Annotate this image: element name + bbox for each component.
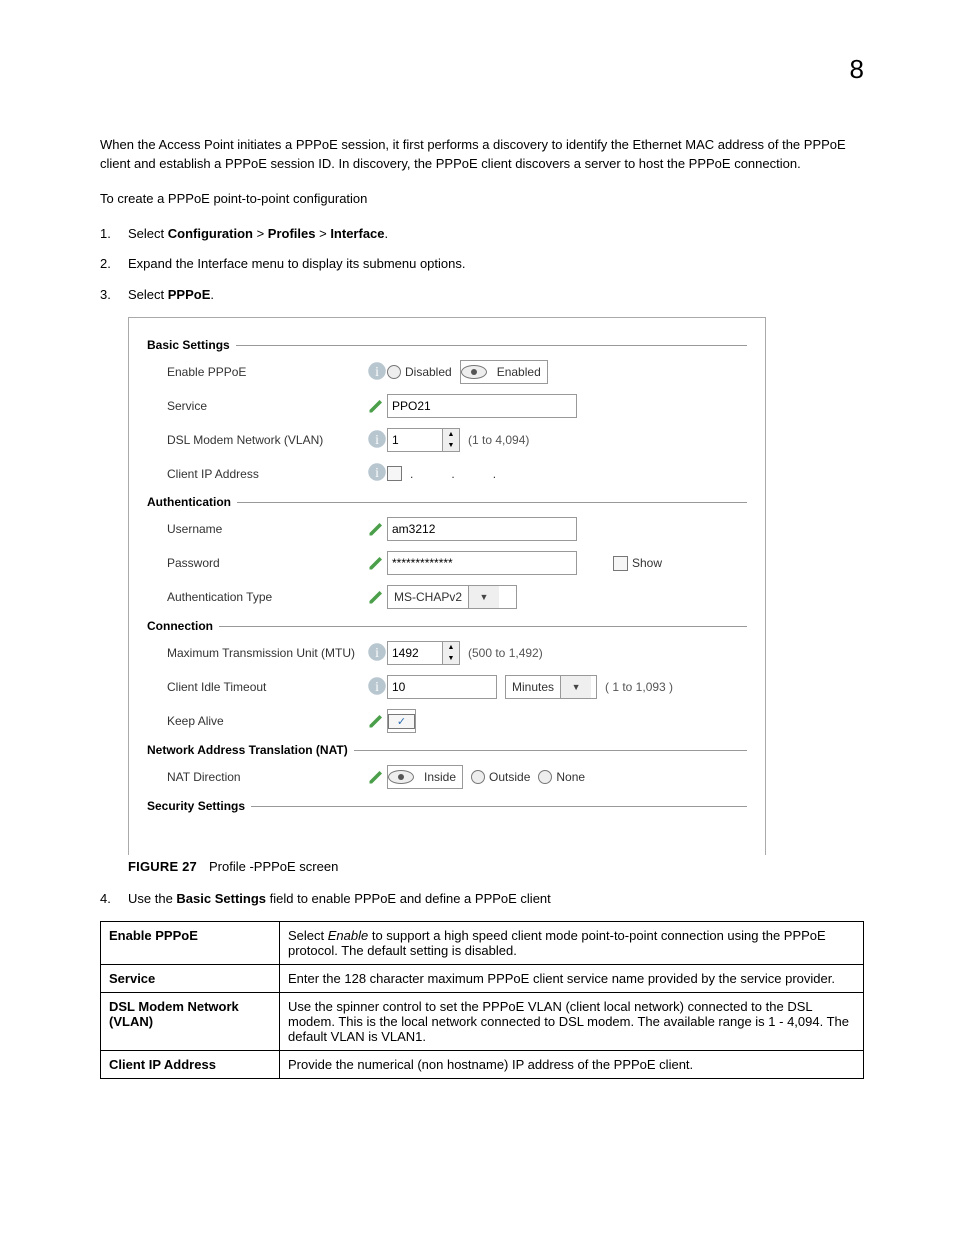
tbl-k-3: Client IP Address (101, 1050, 280, 1078)
vlan-spinner[interactable]: ▲▼ (387, 428, 460, 452)
vlan-hint: (1 to 4,094) (468, 433, 529, 447)
enable-pppoe-label: Enable PPPoE (167, 365, 367, 379)
idle-hint: ( 1 to 1,093 ) (605, 680, 673, 694)
lead-paragraph: To create a PPPoE point-to-point configu… (100, 190, 864, 209)
password-label: Password (167, 556, 367, 570)
page-number: 8 (850, 54, 864, 85)
edit-icon[interactable] (367, 395, 387, 418)
settings-table: Enable PPPoE Select Enable to support a … (100, 921, 864, 1079)
pppoe-screenshot: Basic Settings Enable PPPoE i Disabled E… (128, 317, 766, 855)
idle-label: Client Idle Timeout (167, 680, 367, 694)
chevron-down-icon: ▼ (560, 676, 591, 698)
step-3: Select PPPoE. (100, 286, 864, 305)
clientip-label: Client IP Address (167, 467, 367, 481)
clientip-checkbox[interactable] (387, 466, 402, 481)
tbl-v-3: Provide the numerical (non hostname) IP … (280, 1050, 864, 1078)
edit-icon[interactable] (367, 552, 387, 575)
svg-text:i: i (375, 679, 379, 694)
authtype-label: Authentication Type (167, 590, 367, 604)
info-icon[interactable]: i (367, 361, 387, 384)
info-icon[interactable]: i (367, 429, 387, 452)
service-label: Service (167, 399, 367, 413)
username-input[interactable] (387, 517, 577, 541)
idle-unit-select[interactable]: Minutes▼ (505, 675, 597, 699)
edit-icon[interactable] (367, 766, 387, 789)
idle-input[interactable] (387, 675, 497, 699)
table-row: Service Enter the 128 character maximum … (101, 964, 864, 992)
edit-icon[interactable] (367, 586, 387, 609)
section-nat-title: Network Address Translation (NAT) (147, 743, 348, 757)
vlan-spin-down[interactable]: ▼ (443, 440, 459, 451)
section-conn-title: Connection (147, 619, 213, 633)
tbl-v-1: Enter the 128 character maximum PPPoE cl… (280, 964, 864, 992)
svg-text:i: i (375, 432, 379, 447)
vlan-label: DSL Modem Network (VLAN) (167, 433, 367, 447)
section-security-title: Security Settings (147, 799, 245, 813)
section-auth-title: Authentication (147, 495, 231, 509)
intro-paragraph: When the Access Point initiates a PPPoE … (100, 136, 864, 174)
figure-caption: FIGURE 27Profile -PPPoE screen (128, 859, 864, 874)
mtu-up[interactable]: ▲ (443, 642, 459, 653)
vlan-spin-up[interactable]: ▲ (443, 429, 459, 440)
vlan-input[interactable] (388, 429, 442, 451)
table-row: Enable PPPoE Select Enable to support a … (101, 921, 864, 964)
svg-text:i: i (375, 645, 379, 660)
enable-pppoe-enabled-radio[interactable]: Enabled (460, 360, 548, 384)
tbl-k-1: Service (101, 964, 280, 992)
nat-none-radio[interactable]: None (538, 770, 585, 784)
mtu-input[interactable] (388, 642, 442, 664)
info-icon[interactable]: i (367, 462, 387, 485)
password-input[interactable] (387, 551, 577, 575)
mtu-down[interactable]: ▼ (443, 653, 459, 664)
mtu-spinner[interactable]: ▲▼ (387, 641, 460, 665)
chevron-down-icon: ▼ (468, 586, 499, 608)
svg-text:i: i (375, 364, 379, 379)
nat-dir-label: NAT Direction (167, 770, 367, 784)
mtu-hint: (500 to 1,492) (468, 646, 543, 660)
step-1: Select Configuration > Profiles > Interf… (100, 225, 864, 244)
nat-outside-radio[interactable]: Outside (471, 770, 530, 784)
service-input[interactable] (387, 394, 577, 418)
keepalive-label: Keep Alive (167, 714, 367, 728)
tbl-k-2: DSL Modem Network (VLAN) (101, 992, 280, 1050)
username-label: Username (167, 522, 367, 536)
tbl-v-2: Use the spinner control to set the PPPoE… (280, 992, 864, 1050)
authtype-select[interactable]: MS-CHAPv2▼ (387, 585, 517, 609)
info-icon[interactable]: i (367, 642, 387, 665)
nat-inside-radio[interactable]: Inside (387, 765, 463, 789)
table-row: DSL Modem Network (VLAN) Use the spinner… (101, 992, 864, 1050)
table-row: Client IP Address Provide the numerical … (101, 1050, 864, 1078)
tbl-k-0: Enable PPPoE (101, 921, 280, 964)
mtu-label: Maximum Transmission Unit (MTU) (167, 646, 367, 660)
keepalive-checkbox[interactable] (387, 709, 416, 733)
show-password-checkbox[interactable]: Show (613, 556, 662, 571)
tbl-v-0: Select Enable to support a high speed cl… (280, 921, 864, 964)
step-4: Use the Basic Settings field to enable P… (100, 890, 864, 909)
enable-pppoe-disabled-radio[interactable]: Disabled (387, 365, 452, 379)
step-2: Expand the Interface menu to display its… (100, 255, 864, 274)
section-basic-title: Basic Settings (147, 338, 230, 352)
edit-icon[interactable] (367, 518, 387, 541)
edit-icon[interactable] (367, 710, 387, 733)
svg-text:i: i (375, 465, 379, 480)
info-icon[interactable]: i (367, 676, 387, 699)
